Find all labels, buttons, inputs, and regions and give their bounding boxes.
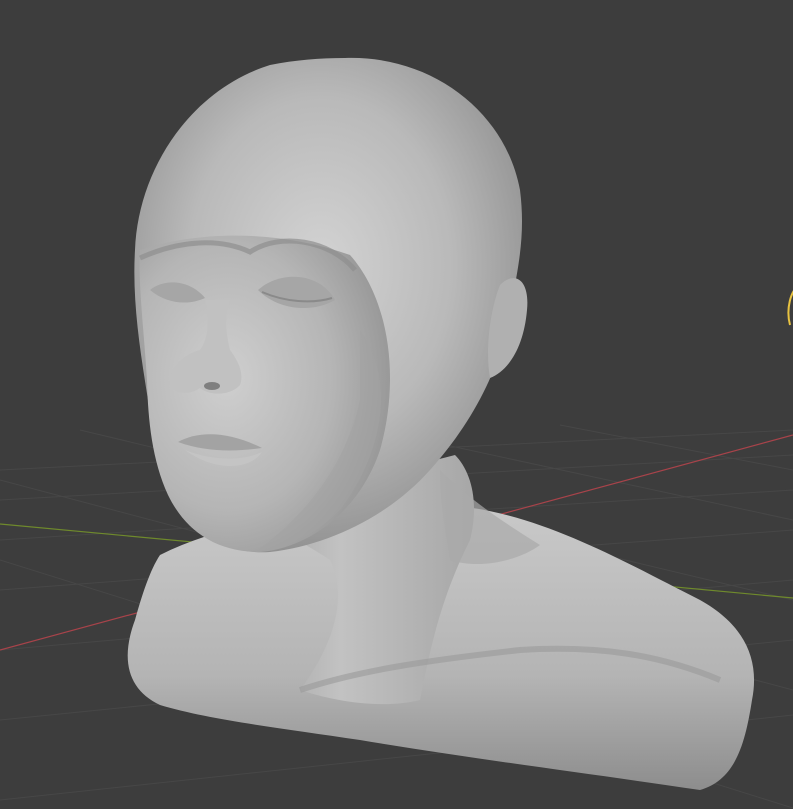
nostril: [204, 382, 220, 390]
sculpt-brush-cursor-icon: [787, 290, 793, 326]
viewport-canvas[interactable]: [0, 0, 793, 809]
3d-viewport[interactable]: [0, 0, 793, 809]
sculpted-head-bust[interactable]: [127, 57, 755, 790]
